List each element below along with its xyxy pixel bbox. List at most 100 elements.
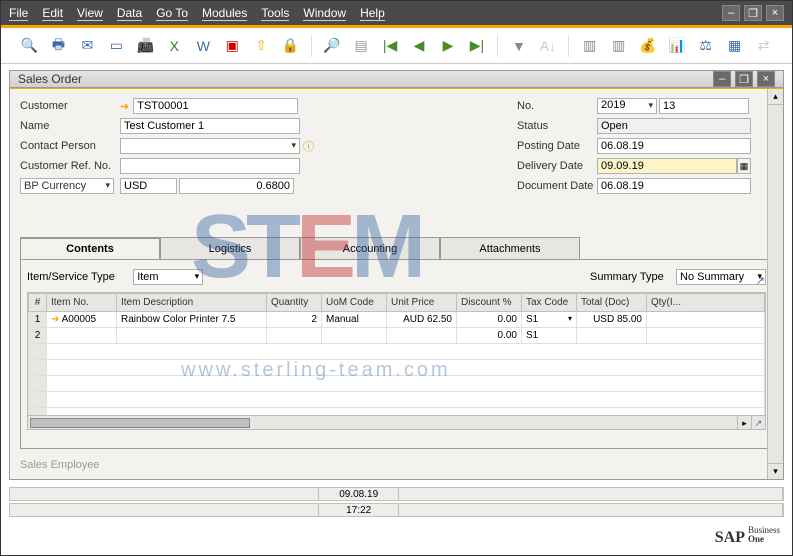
col-qty[interactable]: Quantity — [267, 294, 322, 312]
preview-icon[interactable]: 🔍 — [19, 35, 40, 57]
first-record-icon[interactable]: |◀ — [380, 35, 401, 57]
col-uom[interactable]: UoM Code — [322, 294, 387, 312]
posting-input[interactable] — [597, 138, 751, 154]
win-minimize-icon[interactable]: – — [713, 71, 731, 87]
row2-uom[interactable] — [322, 328, 387, 344]
delivery-input[interactable] — [597, 158, 737, 174]
row2-qty[interactable] — [267, 328, 322, 344]
lock-icon[interactable]: 🔒 — [280, 35, 301, 57]
filter-icon[interactable]: ▼ — [508, 35, 529, 57]
row1-total[interactable]: USD 85.00 — [577, 312, 647, 328]
item-type-select[interactable]: Item — [133, 269, 203, 285]
sort-icon[interactable]: A↓ — [537, 35, 558, 57]
menu-tools[interactable]: Tools — [261, 6, 289, 21]
base-doc-icon[interactable]: ▥ — [579, 35, 600, 57]
col-item-no[interactable]: Item No. — [47, 294, 117, 312]
row2-tax[interactable]: S1 — [522, 328, 577, 344]
currency-input[interactable] — [120, 178, 177, 194]
menu-window[interactable]: Window — [303, 6, 346, 21]
word-icon[interactable]: W — [193, 35, 214, 57]
col-num[interactable]: # — [29, 294, 47, 312]
target-doc-icon[interactable]: ▥ — [608, 35, 629, 57]
row1-item[interactable]: ➜ A00005 — [47, 312, 117, 328]
app-minimize-icon[interactable]: – — [722, 5, 740, 21]
doc-input[interactable] — [597, 178, 751, 194]
customer-input[interactable] — [133, 98, 298, 114]
sms-icon[interactable]: ▭ — [106, 35, 127, 57]
row1-disc[interactable]: 0.00 — [457, 312, 522, 328]
menu-help[interactable]: Help — [360, 6, 385, 21]
row1-num[interactable]: 1 — [29, 312, 47, 328]
launch-icon[interactable]: ⇧ — [251, 35, 272, 57]
col-price[interactable]: Unit Price — [387, 294, 457, 312]
menu-modules[interactable]: Modules — [202, 6, 247, 21]
summary-type-select[interactable]: No Summary — [676, 269, 766, 285]
row2-price[interactable] — [387, 328, 457, 344]
win-restore-icon[interactable]: ❐ — [735, 71, 753, 87]
menu-goto[interactable]: Go To — [156, 6, 188, 21]
row1-uom[interactable]: Manual — [322, 312, 387, 328]
menu-data[interactable]: Data — [117, 6, 142, 21]
grid-hscroll[interactable]: ▸ ↗ — [28, 415, 765, 429]
app-close-icon[interactable]: × — [766, 5, 784, 21]
trans-icon[interactable]: ⇄ — [753, 35, 774, 57]
payment-icon[interactable]: 💰 — [637, 35, 658, 57]
contact-select[interactable] — [120, 138, 300, 154]
row1-desc[interactable]: Rainbow Color Printer 7.5 — [117, 312, 267, 328]
last-record-icon[interactable]: ▶| — [466, 35, 487, 57]
gross-profit-icon[interactable]: 📊 — [666, 35, 687, 57]
menu-edit[interactable]: Edit — [42, 6, 63, 21]
tab-logistics[interactable]: Logistics — [160, 237, 300, 259]
form-icon[interactable]: ▤ — [351, 35, 372, 57]
name-input[interactable] — [120, 118, 300, 134]
row2-qtyinv[interactable] — [647, 328, 765, 344]
row2-num[interactable]: 2 — [29, 328, 47, 344]
layout-icon[interactable]: ▦ — [724, 35, 745, 57]
row1-qty[interactable]: 2 — [267, 312, 322, 328]
grid-row[interactable]: 2 0.00 S1 — [29, 328, 765, 344]
excel-icon[interactable]: X — [164, 35, 185, 57]
col-tax[interactable]: Tax Code — [522, 294, 577, 312]
grid-expand-icon[interactable]: ↗ — [756, 274, 765, 287]
grid-row[interactable]: 1 ➜ A00005 Rainbow Color Printer 7.5 2 M… — [29, 312, 765, 328]
row1-qtyinv[interactable] — [647, 312, 765, 328]
menu-file[interactable]: File — [9, 6, 28, 21]
scroll-right-icon[interactable]: ▸ — [737, 416, 751, 430]
fax-icon[interactable]: 📠 — [135, 35, 156, 57]
menu-view[interactable]: View — [77, 6, 103, 21]
row1-price[interactable]: AUD 62.50 — [387, 312, 457, 328]
tab-contents[interactable]: Contents — [20, 237, 160, 259]
row1-tax[interactable]: S1 ▾ — [522, 312, 577, 328]
col-disc[interactable]: Discount % — [457, 294, 522, 312]
row2-desc[interactable] — [117, 328, 267, 344]
ref-input[interactable] — [120, 158, 300, 174]
col-total[interactable]: Total (Doc) — [577, 294, 647, 312]
no-input[interactable] — [659, 98, 749, 114]
row2-disc[interactable]: 0.00 — [457, 328, 522, 344]
volume-icon[interactable]: ⚖ — [695, 35, 716, 57]
prev-record-icon[interactable]: ◀ — [409, 35, 430, 57]
email-icon[interactable]: ✉ — [77, 35, 98, 57]
exchange-rate-input[interactable] — [179, 178, 294, 194]
print-icon[interactable]: 🖶 — [48, 35, 69, 57]
scroll-down-icon[interactable]: ▾ — [768, 463, 783, 479]
next-record-icon[interactable]: ▶ — [438, 35, 459, 57]
win-close-icon[interactable]: × — [757, 71, 775, 87]
customer-drill-icon[interactable]: ➜ — [120, 100, 129, 113]
scroll-thumb[interactable] — [30, 418, 250, 428]
currency-label-select[interactable]: BP Currency — [20, 178, 114, 194]
tab-attachments[interactable]: Attachments — [440, 237, 580, 259]
grid-expand-icon-2[interactable]: ↗ — [751, 416, 765, 430]
items-grid[interactable]: # Item No. Item Description Quantity UoM… — [27, 292, 766, 430]
item-drill-icon[interactable]: ➜ — [51, 314, 59, 325]
app-restore-icon[interactable]: ❐ — [744, 5, 762, 21]
scroll-up-icon[interactable]: ▴ — [768, 89, 783, 105]
row2-total[interactable] — [577, 328, 647, 344]
tab-accounting[interactable]: Accounting — [300, 237, 440, 259]
pdf-icon[interactable]: ▣ — [222, 35, 243, 57]
no-series-select[interactable]: 2019 — [597, 98, 657, 114]
find-icon[interactable]: 🔎 — [322, 35, 343, 57]
contact-info-icon[interactable]: ⓘ — [303, 138, 314, 154]
form-vscroll[interactable]: ▴ ▾ — [767, 89, 783, 479]
col-qty-inv[interactable]: Qty(I... — [647, 294, 765, 312]
